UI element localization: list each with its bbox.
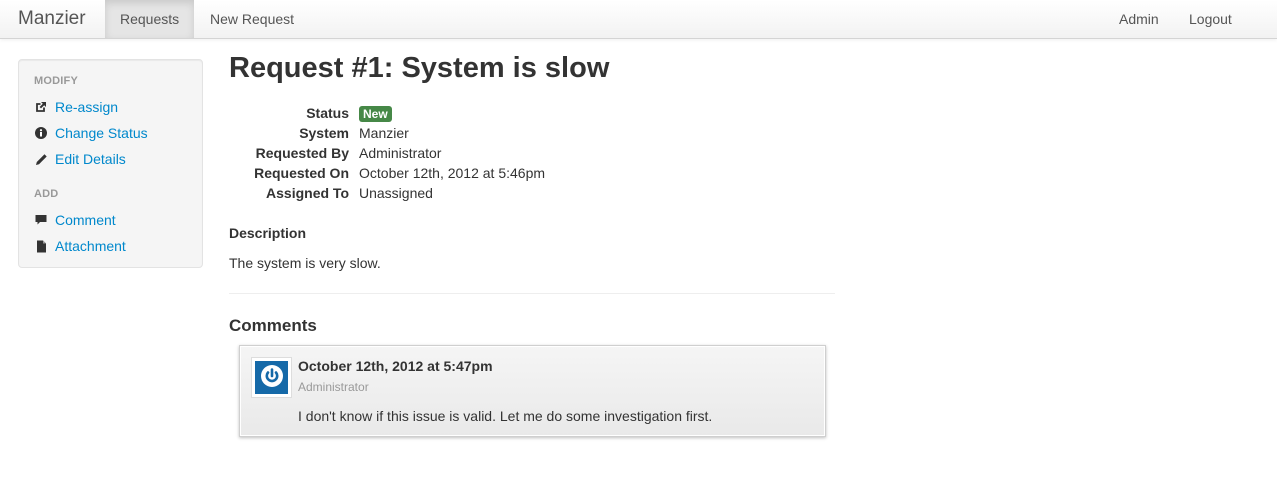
comment-item: October 12th, 2012 at 5:47pm Administrat… bbox=[239, 345, 826, 437]
detail-term-system: System bbox=[299, 125, 349, 141]
sidebar-item-comment[interactable]: Comment bbox=[34, 210, 116, 230]
status-badge: New bbox=[359, 106, 392, 122]
info-sign-icon bbox=[34, 126, 48, 140]
avatar bbox=[251, 357, 292, 398]
detail-value-system: Manzier bbox=[359, 125, 409, 141]
sidebar-item-edit-details[interactable]: Edit Details bbox=[34, 149, 126, 169]
nav-requests[interactable]: Requests bbox=[105, 0, 195, 38]
comment-icon bbox=[34, 213, 48, 227]
sidebar-header-modify: MODIFY bbox=[34, 75, 78, 87]
page-title: Request #1: System is slow bbox=[229, 52, 610, 84]
nav-admin[interactable]: Admin bbox=[1104, 0, 1174, 38]
nav-new-request[interactable]: New Request bbox=[195, 0, 309, 38]
comments-heading: Comments bbox=[229, 316, 317, 335]
top-navbar: Manzier Requests New Request Admin Logou… bbox=[0, 0, 1277, 39]
file-icon bbox=[34, 239, 48, 253]
detail-value-requested-by: Administrator bbox=[359, 145, 442, 161]
detail-value-requested-on: October 12th, 2012 at 5:46pm bbox=[359, 165, 546, 181]
comment-author: Administrator bbox=[298, 380, 369, 394]
sidebar-item-label: Edit Details bbox=[55, 151, 126, 167]
description-text: The system is very slow. bbox=[229, 255, 381, 271]
sidebar-item-attachment[interactable]: Attachment bbox=[34, 236, 126, 256]
sidebar: MODIFY Re-assign Change Status Edit Deta… bbox=[18, 59, 203, 268]
sidebar-item-label: Re-assign bbox=[55, 99, 119, 115]
sidebar-item-label: Comment bbox=[55, 212, 116, 228]
description-heading: Description bbox=[229, 225, 307, 241]
brand-logo[interactable]: Manzier bbox=[18, 8, 86, 30]
sidebar-item-label: Change Status bbox=[55, 125, 148, 141]
comment-text: I don't know if this issue is valid. Let… bbox=[298, 408, 713, 424]
detail-term-status: Status bbox=[306, 105, 349, 121]
comment-timestamp: October 12th, 2012 at 5:47pm bbox=[298, 358, 493, 374]
detail-term-requested-on: Requested On bbox=[254, 165, 349, 181]
sidebar-item-change-status[interactable]: Change Status bbox=[34, 123, 148, 143]
detail-term-assigned-to: Assigned To bbox=[266, 185, 349, 201]
divider bbox=[229, 293, 835, 294]
detail-value-assigned-to: Unassigned bbox=[359, 185, 433, 201]
detail-term-requested-by: Requested By bbox=[255, 145, 349, 161]
share-icon bbox=[34, 100, 48, 114]
nav-logout[interactable]: Logout bbox=[1174, 0, 1247, 38]
power-icon bbox=[260, 364, 284, 391]
sidebar-item-reassign[interactable]: Re-assign bbox=[34, 97, 118, 117]
pencil-icon bbox=[34, 152, 48, 166]
sidebar-item-label: Attachment bbox=[55, 238, 126, 254]
sidebar-header-add: ADD bbox=[34, 188, 59, 200]
